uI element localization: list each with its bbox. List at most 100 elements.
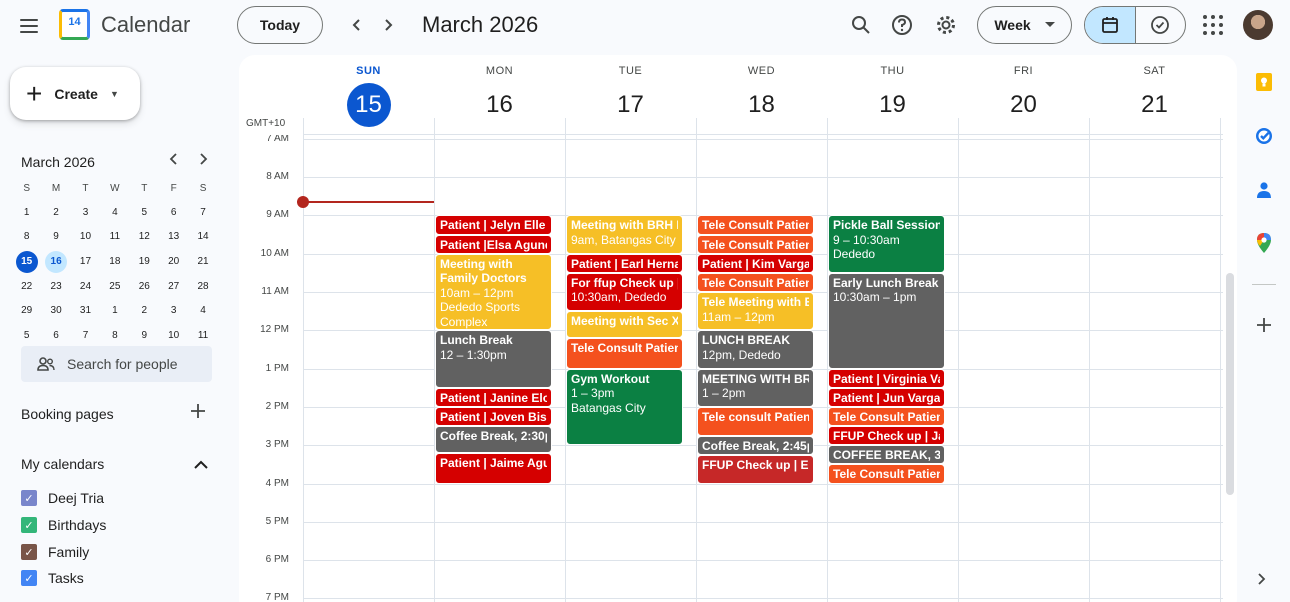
today-button[interactable]: Today [237, 6, 323, 44]
calendar-event[interactable]: Tele Consult Patient [828, 406, 945, 427]
calendar-event[interactable]: Early Lunch Break 10:30am – 1pm [828, 272, 945, 369]
mini-calendar-day[interactable]: 5 [130, 202, 159, 224]
day-number[interactable]: 15 [346, 83, 391, 127]
mini-calendar-day[interactable]: 29 [12, 300, 41, 322]
calendar-event[interactable]: Tele Consult Patient [566, 337, 683, 369]
mini-calendar-day[interactable]: 4 [100, 202, 129, 224]
expand-side-panel-button[interactable] [1256, 572, 1266, 591]
calendar-event[interactable]: Meeting with Family Doctors 10am – 12pm De… [435, 253, 552, 331]
calendar-event[interactable]: COFFEE BREAK, 3pm [828, 445, 945, 465]
calendar-event[interactable]: Tele Consult Patient [697, 215, 814, 235]
calendar-event[interactable]: Coffee Break, 2:45pm [697, 435, 814, 455]
my-calendars-heading[interactable]: My calendars [21, 456, 104, 472]
mini-calendar-day[interactable]: 28 [188, 276, 217, 298]
mini-calendar-day[interactable]: 12 [130, 226, 159, 248]
mini-calendar-day[interactable]: 1 [12, 202, 41, 224]
mini-calendar-day[interactable]: 21 [188, 251, 217, 273]
day-number[interactable]: 21 [1133, 83, 1177, 127]
day-header-thu[interactable]: THU 19 [827, 65, 958, 127]
add-booking-page-button[interactable] [190, 402, 206, 425]
day-number[interactable]: 19 [871, 83, 915, 127]
calendar-event[interactable]: Tele Meeting with Ex 11am – 12pm [697, 292, 814, 331]
mini-calendar-day[interactable]: 6 [159, 202, 188, 224]
calendar-logo[interactable]: 14 [59, 9, 90, 40]
calendar-event[interactable]: Patient | Joven Bisa, [435, 406, 552, 427]
day-header-tue[interactable]: TUE 17 [565, 65, 696, 127]
calendar-view-toggle[interactable] [1085, 7, 1136, 43]
calendar-event[interactable]: Coffee Break, 2:30pm [435, 426, 552, 453]
calendar-toggle-item[interactable]: ✓ Deej Tria [21, 488, 104, 508]
mini-calendar-day[interactable]: 11 [100, 226, 129, 248]
mini-calendar-day[interactable]: 22 [12, 276, 41, 298]
calendar-event[interactable]: Patient | Jun Vargas, [828, 387, 945, 407]
mini-calendar-day[interactable]: 8 [100, 325, 129, 347]
calendar-event[interactable]: Tele Consult Patient [697, 272, 814, 293]
day-number[interactable]: 17 [609, 83, 653, 127]
mini-calendar-prev[interactable] [168, 152, 180, 169]
mini-calendar-day[interactable]: 7 [188, 202, 217, 224]
mini-calendar-day[interactable]: 13 [159, 226, 188, 248]
mini-calendar-day[interactable]: 19 [130, 251, 159, 273]
keep-app-button[interactable] [1252, 70, 1276, 94]
create-button[interactable]: + Create ▼ [10, 67, 140, 120]
mini-calendar-day[interactable]: 25 [100, 276, 129, 298]
mini-calendar-day[interactable]: 18 [100, 251, 129, 273]
mini-calendar-day[interactable]: 8 [12, 226, 41, 248]
calendar-event[interactable]: FFUP Check up | Jair [828, 426, 945, 446]
collapse-my-calendars-button[interactable] [193, 454, 209, 477]
calendar-event[interactable]: MEETING WITH BROW1 – 2pm [697, 368, 814, 407]
mini-calendar-day[interactable]: 10 [159, 325, 188, 347]
account-avatar[interactable] [1243, 10, 1273, 40]
mini-calendar-day[interactable]: 9 [130, 325, 159, 347]
mini-calendar-day[interactable]: 3 [71, 202, 100, 224]
calendar-toggle-item[interactable]: ✓ Family [21, 542, 89, 562]
calendar-event[interactable]: Patient | Jelyn Elle Tr [435, 215, 552, 235]
calendar-event[interactable]: Patient | Jaime Agun [435, 452, 552, 484]
calendar-event[interactable]: For ffup Check up | J10:30am, Dededo [566, 272, 683, 312]
mini-calendar-next[interactable] [197, 152, 209, 169]
mini-calendar-day[interactable]: 9 [41, 226, 70, 248]
mini-calendar-day[interactable]: 7 [71, 325, 100, 347]
time-grid[interactable]: 7 AM 8 AM 9 AM 10 AM 11 AM 12 PM 1 PM 2 PM 3 PM 4… [239, 135, 1223, 602]
calendar-event[interactable]: Patient | Janine Elois [435, 387, 552, 407]
next-week-button[interactable] [373, 10, 403, 40]
calendar-event[interactable]: Pickle Ball Session 9 – 10:30am Dededo [828, 215, 945, 273]
calendar-event[interactable]: Meeting with BRH Do9am, Batangas City [566, 215, 683, 254]
checkbox-checked-icon[interactable]: ✓ [21, 490, 37, 506]
checkbox-checked-icon[interactable]: ✓ [21, 517, 37, 533]
search-button[interactable] [846, 10, 876, 40]
day-header-mon[interactable]: MON 16 [434, 65, 565, 127]
calendar-event[interactable]: Patient | Kim Vargas, [697, 253, 814, 273]
mini-calendar-day[interactable]: 27 [159, 276, 188, 298]
mini-calendar-day[interactable]: 26 [130, 276, 159, 298]
mini-calendar-day[interactable]: 1 [100, 300, 129, 322]
mini-calendar-day[interactable]: 23 [41, 276, 70, 298]
time-grid-scrollbar[interactable] [1226, 273, 1234, 495]
settings-button[interactable] [931, 10, 961, 40]
checkbox-checked-icon[interactable]: ✓ [21, 570, 37, 586]
mini-calendar-day[interactable]: 31 [71, 300, 100, 322]
mini-calendar-day[interactable]: 6 [41, 325, 70, 347]
calendar-event[interactable]: Patient |Elsa Agunda [435, 234, 552, 254]
mini-calendar-day[interactable]: 10 [71, 226, 100, 248]
mini-calendar-day[interactable]: 4 [188, 300, 217, 322]
day-number[interactable]: 20 [1002, 83, 1046, 127]
calendar-event[interactable]: Tele Consult Patient [697, 234, 814, 254]
tasks-app-button[interactable] [1252, 124, 1276, 148]
mini-calendar-day[interactable]: 14 [188, 226, 217, 248]
tasks-view-toggle[interactable] [1136, 7, 1186, 43]
calendar-event[interactable]: LUNCH BREAK 12pm, Dededo [697, 330, 814, 369]
mini-calendar-day[interactable]: 30 [41, 300, 70, 322]
mini-calendar-day[interactable]: 5 [12, 325, 41, 347]
calendar-toggle-item[interactable]: ✓ Birthdays [21, 515, 106, 535]
day-header-wed[interactable]: WED 18 [696, 65, 827, 127]
mini-calendar-day[interactable]: 2 [41, 202, 70, 224]
day-header-fri[interactable]: FRI 20 [958, 65, 1089, 127]
checkbox-checked-icon[interactable]: ✓ [21, 544, 37, 560]
mini-calendar-day[interactable]: 2 [130, 300, 159, 322]
day-header-sat[interactable]: SAT 21 [1089, 65, 1220, 127]
calendar-event[interactable]: Gym Workout 1 – 3pm Batangas City [566, 368, 683, 446]
maps-app-button[interactable] [1252, 231, 1276, 255]
calendar-event[interactable]: Tele consult Patient | [697, 406, 814, 436]
calendar-event[interactable]: Meeting with Sec Xti [566, 311, 683, 338]
